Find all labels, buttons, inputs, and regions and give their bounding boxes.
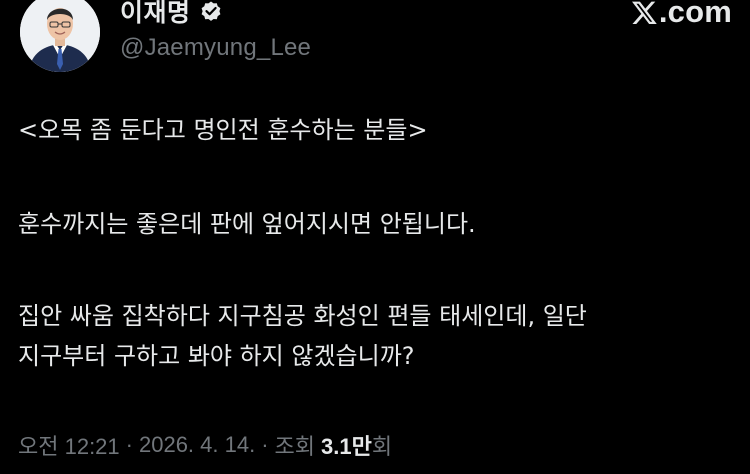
tweet-paragraph-2: 훈수까지는 좋은데 판에 엎어지시면 안됩니다. [18, 210, 476, 238]
user-handle[interactable]: @Jaemyung_Lee [120, 34, 311, 62]
x-logo[interactable]: .com [631, 0, 732, 30]
x-logo-icon [631, 1, 657, 24]
user-info: 이재명 @Jaemyung_Lee [120, 0, 311, 62]
avatar[interactable] [20, 0, 100, 72]
x-domain-text: .com [658, 0, 732, 29]
display-name-row: 이재명 [120, 0, 311, 28]
views-label: 조회 [274, 434, 316, 459]
tweet-paragraph-1: <오목 좀 둔다고 명인전 훈수하는 분들> [18, 116, 428, 144]
meta-separator: · [261, 432, 269, 457]
tweet-meta: 오전 12:21 · 2026. 4. 14. · 조회 3.1만 회 [18, 428, 392, 462]
tweet-paragraph-3-line-1: 집안 싸움 집착하다 지구침공 화성인 편들 태세인데, 일단 [18, 302, 587, 330]
verified-badge-icon[interactable] [199, 0, 223, 23]
meta-separator: · [125, 432, 133, 457]
display-name[interactable]: 이재명 [120, 0, 191, 29]
tweet-time[interactable]: 오전 12:21 [18, 429, 120, 461]
views-suffix: 회 [371, 434, 393, 459]
tweet-date[interactable]: 2026. 4. 14. [139, 432, 255, 458]
views-count[interactable]: 3.1만 [321, 429, 372, 461]
tweet-header: 이재명 @Jaemyung_Lee .com [18, 0, 732, 72]
avatar-image [20, 0, 100, 72]
tweet-paragraph-3-line-2: 지구부터 구하고 봐야 하지 않겠습니까? [18, 342, 415, 370]
